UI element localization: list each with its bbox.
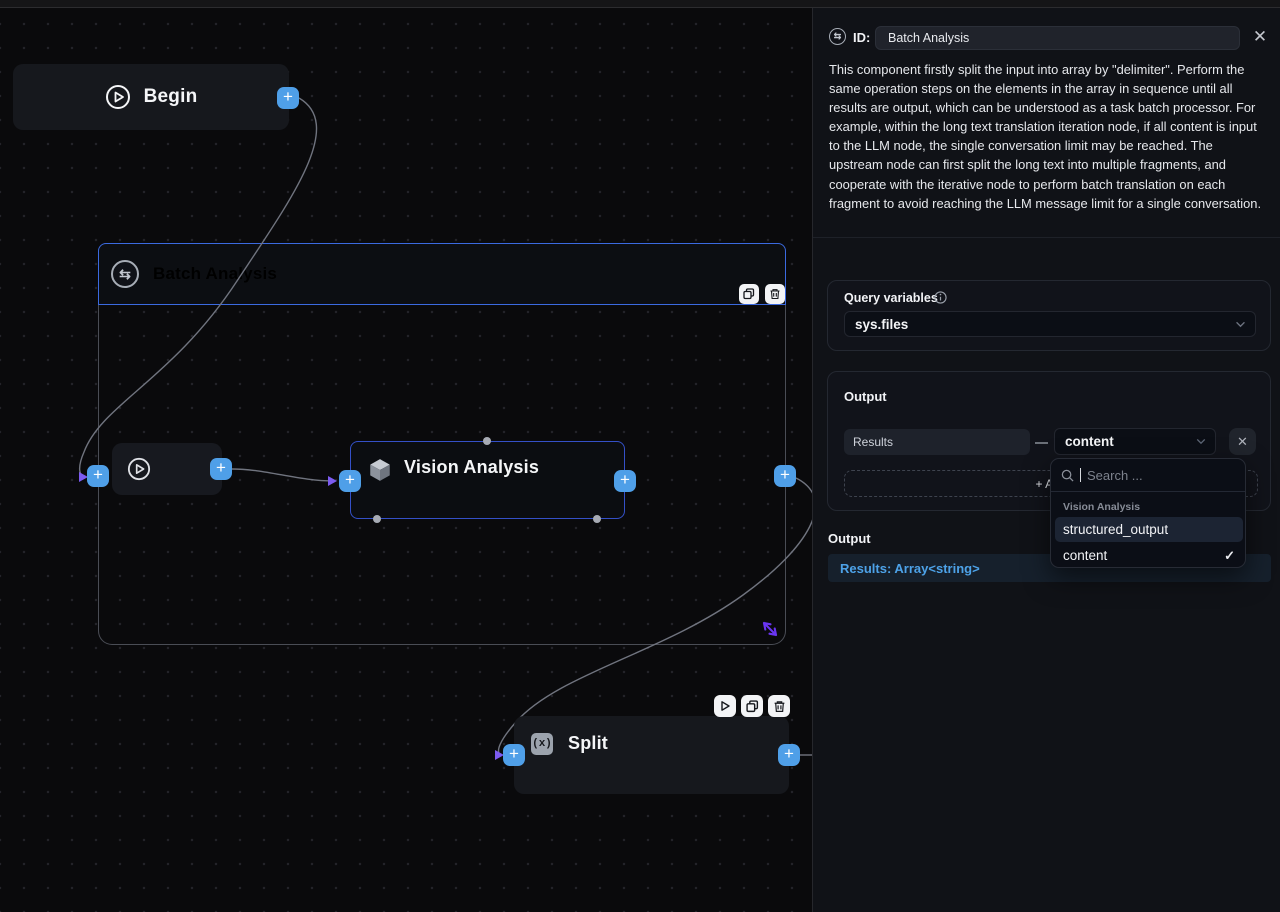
copy-node-button[interactable] xyxy=(741,695,763,717)
copy-icon xyxy=(746,700,759,713)
output-name-input[interactable]: Results xyxy=(844,429,1030,455)
dropdown-option-structured-output[interactable]: structured_output xyxy=(1055,517,1243,542)
output-name-value: Results xyxy=(853,435,893,449)
trash-icon xyxy=(769,288,781,300)
vision-left-plus-button[interactable]: + xyxy=(339,470,361,492)
search-placeholder: Search ... xyxy=(1087,468,1143,483)
variable-search-input[interactable]: Search ... xyxy=(1051,459,1245,492)
vision-handle-bottom-right[interactable] xyxy=(593,515,601,523)
id-label: ID: xyxy=(853,30,870,45)
node-title: Split xyxy=(568,733,608,754)
output-value: content xyxy=(1065,434,1114,449)
node-title: Begin xyxy=(144,86,198,108)
play-icon xyxy=(719,700,731,712)
begin-add-next-button[interactable]: + xyxy=(277,87,299,109)
node-title: Vision Analysis xyxy=(404,457,539,478)
dropdown-option-content[interactable]: content ✓ xyxy=(1055,543,1243,568)
play-circle-icon xyxy=(105,84,131,110)
batch-output-plus-button[interactable]: + xyxy=(774,465,796,487)
delete-node-button[interactable] xyxy=(765,284,785,304)
check-icon: ✓ xyxy=(1224,548,1235,564)
output-card-label: Output xyxy=(844,389,887,404)
split-left-plus-button[interactable]: + xyxy=(503,744,525,766)
output-result-text: Results: Array<string> xyxy=(840,561,980,576)
node-begin[interactable]: Begin xyxy=(13,64,289,130)
resize-handle-icon[interactable] xyxy=(756,615,784,643)
remove-output-row-button[interactable]: ✕ xyxy=(1229,428,1256,455)
workflow-canvas[interactable]: ⇆ Batch Analysis Begin + + xyxy=(0,0,813,912)
query-variables-select[interactable]: sys.files xyxy=(844,311,1256,337)
vision-handle-bottom-left[interactable] xyxy=(373,515,381,523)
vision-right-plus-button[interactable]: + xyxy=(614,470,636,492)
node-config-panel: ⇆ ID: ✕ This component firstly split the… xyxy=(813,0,1280,912)
function-icon: (x) xyxy=(531,733,553,755)
query-variables-card: Query variables sys.files xyxy=(827,280,1271,351)
trash-icon xyxy=(773,700,786,713)
close-panel-button[interactable]: ✕ xyxy=(1250,27,1270,47)
run-node-button[interactable] xyxy=(714,695,736,717)
variable-dropdown: Search ... Vision Analysis structured_ou… xyxy=(1050,458,1246,568)
chevron-down-icon xyxy=(1235,321,1246,328)
output-value-select[interactable]: content xyxy=(1054,428,1216,455)
iteration-icon: ⇆ xyxy=(829,28,846,45)
delete-node-button[interactable] xyxy=(768,695,790,717)
node-title: Batch Analysis xyxy=(153,264,277,284)
search-icon xyxy=(1061,469,1074,482)
window-top-strip xyxy=(0,0,1280,8)
chevron-down-icon xyxy=(1196,438,1206,445)
option-label: structured_output xyxy=(1063,522,1168,537)
output-section-label: Output xyxy=(828,531,871,546)
node-description: This component firstly split the input i… xyxy=(829,60,1267,213)
mapping-dash xyxy=(1035,442,1048,444)
dropdown-group-label: Vision Analysis xyxy=(1063,501,1140,513)
copy-node-button[interactable] xyxy=(739,284,759,304)
node-batch-analysis-header[interactable]: ⇆ Batch Analysis xyxy=(98,243,786,305)
iteration-start-plus-button[interactable]: + xyxy=(210,458,232,480)
text-caret xyxy=(1080,468,1081,482)
batch-input-plus-button[interactable]: + xyxy=(87,465,109,487)
option-label: content xyxy=(1063,548,1107,563)
query-variables-label: Query variables xyxy=(844,291,938,305)
cube-icon xyxy=(367,457,393,483)
info-icon[interactable] xyxy=(934,291,947,304)
play-circle-icon xyxy=(127,457,151,481)
query-variables-value: sys.files xyxy=(855,317,908,332)
iteration-icon: ⇆ xyxy=(111,260,139,288)
split-right-plus-button[interactable]: + xyxy=(778,744,800,766)
copy-icon xyxy=(743,288,755,300)
node-split[interactable]: (x) Split xyxy=(514,716,789,794)
node-iteration-start[interactable] xyxy=(112,443,222,495)
node-vision-analysis[interactable]: Vision Analysis xyxy=(350,441,625,519)
node-id-input[interactable] xyxy=(875,26,1240,50)
section-divider xyxy=(813,237,1280,238)
vision-handle-top[interactable] xyxy=(483,437,491,445)
